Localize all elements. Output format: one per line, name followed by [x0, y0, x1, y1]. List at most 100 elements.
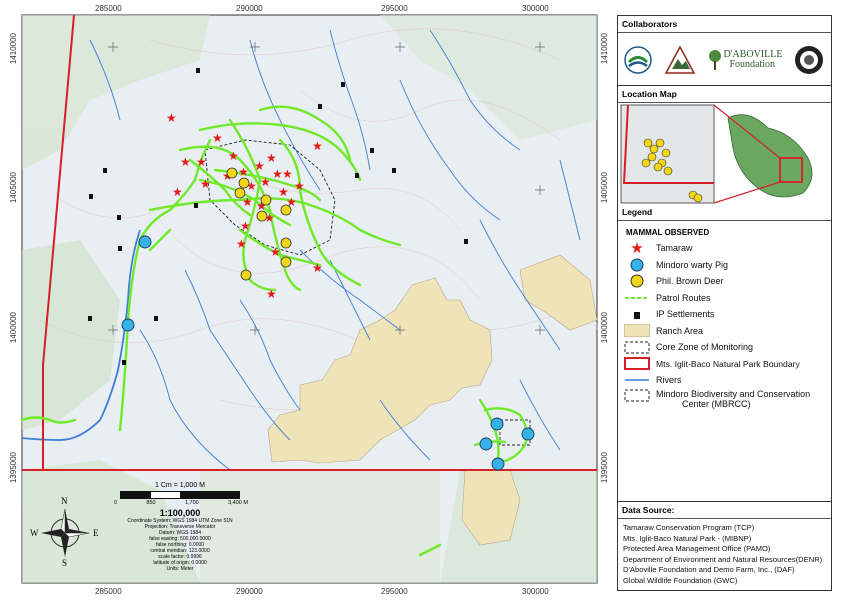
compass-s: S	[62, 558, 68, 568]
scale-label-0: 0	[114, 500, 118, 506]
pig-icon	[624, 258, 650, 272]
scale-label-2: 1,700	[184, 500, 199, 506]
legend-label: Core Zone of Monitoring	[656, 342, 754, 353]
scale-bar-labels: 0 850 1,700 3,400 M	[114, 500, 248, 506]
legend-label: Mindoro warty Pig	[656, 259, 729, 270]
x-tick-bottom-1: 290000	[236, 587, 263, 596]
y-tick-left-1: 1405000	[9, 172, 18, 204]
location-section: Location Map	[618, 86, 831, 207]
legend-item-core-zone: Core Zone of Monitoring	[618, 339, 831, 356]
y-tick-left-2: 1400000	[9, 312, 18, 344]
source-line: Tamaraw Conservation Program (TCP)	[623, 523, 755, 532]
legend-item-pig: Mindoro warty Pig	[618, 257, 831, 274]
legend-item-settlements: IP Settlements	[618, 306, 831, 323]
legend-label: Mindoro Biodiversity and Conservation Ce…	[656, 388, 811, 409]
y-tick-right-0: 1410000	[600, 33, 609, 65]
svg-text:★: ★	[312, 261, 323, 275]
legend-label: Rivers	[656, 375, 682, 386]
legend-item-ranch: Ranch Area	[618, 323, 831, 340]
legend-item-mbrcc: Mindoro Biodiversity and Conservation Ce…	[618, 389, 831, 415]
legend-label: Patrol Routes	[656, 292, 711, 303]
scale-label-1: 850	[146, 500, 156, 506]
svg-text:★: ★	[242, 195, 253, 209]
svg-text:★: ★	[270, 245, 281, 259]
compass-n: N	[61, 496, 68, 506]
legend-item-deer: Phil. Brown Deer	[618, 273, 831, 290]
source-line: Global Wildlife Foundation (GWC)	[623, 575, 738, 585]
legend-section: Legend MAMMAL OBSERVED ★ Tamaraw Mindoro…	[618, 204, 831, 502]
side-panel: Collaborators D'ABOVILLE Foundation Loca…	[617, 15, 832, 591]
location-map	[618, 103, 831, 207]
svg-text:★: ★	[254, 159, 265, 173]
house-icon	[624, 307, 650, 321]
collaborator-logos: D'ABOVILLE Foundation	[618, 33, 831, 87]
legend-item-tamaraw: ★ Tamaraw	[618, 239, 831, 258]
legend-label: Mts. Iglit-Baco Natural Park Boundary	[656, 358, 800, 369]
deer-icon	[624, 274, 650, 288]
source-section: Data Source: Tamaraw Conservation Progra…	[618, 502, 831, 590]
red-box-icon	[624, 357, 650, 371]
svg-text:★: ★	[312, 139, 323, 153]
y-tick-left-0: 1410000	[9, 33, 18, 65]
x-tick-top-0: 285000	[95, 4, 122, 13]
dashed-box-icon	[624, 340, 650, 354]
legend-label: Ranch Area	[656, 325, 704, 336]
x-tick-bottom-0: 285000	[95, 587, 122, 596]
daboville-logo: D'ABOVILLE Foundation	[707, 49, 782, 71]
svg-text:★: ★	[200, 177, 211, 191]
svg-text:★: ★	[266, 151, 277, 165]
scale-ratio: 1:100,000	[159, 508, 201, 518]
svg-text:★: ★	[212, 131, 223, 145]
compass-e: E	[93, 528, 99, 538]
gwf-seal-icon	[795, 46, 824, 74]
source-line: Protected Area Management Office (PAMO)	[623, 544, 771, 554]
y-tick-right-2: 1400000	[600, 312, 609, 344]
svg-text:★: ★	[266, 287, 277, 301]
source-line: Department of Environment and Natural Re…	[623, 554, 823, 564]
legend-heading: MAMMAL OBSERVED	[626, 228, 710, 237]
collaborators-title: Collaborators	[618, 16, 831, 33]
scale-ratio-text: 1 Cm = 1,000 M	[155, 482, 205, 489]
source-title: Data Source:	[618, 502, 831, 519]
pamo-logo-icon	[665, 45, 696, 74]
svg-text:★: ★	[238, 165, 249, 179]
svg-text:★: ★	[260, 175, 271, 189]
svg-text:★: ★	[282, 167, 293, 181]
location-title: Location Map	[618, 86, 831, 103]
compass-rose: N S W E	[30, 496, 100, 568]
y-tick-left-3: 1395000	[9, 452, 18, 484]
tree-icon	[709, 50, 722, 70]
y-tick-right-3: 1395000	[600, 452, 609, 484]
dashed-box-icon	[624, 389, 650, 403]
svg-text:★: ★	[166, 111, 177, 125]
x-tick-top-1: 290000	[236, 4, 263, 13]
x-tick-bottom-2: 295000	[381, 587, 408, 596]
svg-text:★: ★	[228, 149, 239, 163]
daboville-sub: Foundation	[729, 59, 776, 70]
legend-label: IP Settlements	[656, 309, 715, 320]
x-tick-top-3: 300000	[522, 4, 549, 13]
scale-label-3: 3,400 M	[228, 500, 248, 506]
legend-item-patrol: Patrol Routes	[618, 290, 831, 307]
svg-text:★: ★	[180, 155, 191, 169]
compass-w: W	[30, 528, 39, 538]
dash-line-icon	[624, 291, 650, 305]
river-line-icon	[624, 373, 650, 387]
denr-logo-icon	[624, 46, 653, 74]
scale-bar	[120, 491, 240, 499]
svg-text:★: ★	[294, 179, 305, 193]
svg-text:★: ★	[172, 185, 183, 199]
legend-item-rivers: Rivers	[618, 372, 831, 389]
x-tick-bottom-3: 300000	[522, 587, 549, 596]
scale-box: 1 Cm = 1,000 M 0 850 1,700 3,400 M 1:100…	[100, 482, 260, 577]
legend-item-boundary: Mts. Iglit-Baco Natural Park Boundary	[618, 356, 831, 373]
legend-label: Phil. Brown Deer	[656, 276, 724, 287]
svg-text:★: ★	[240, 219, 251, 233]
legend-label: Tamaraw	[656, 243, 693, 254]
collaborators-section: Collaborators D'ABOVILLE Foundation	[618, 16, 831, 86]
source-line: D'Aboville Foundation and Demo Farm, Inc…	[623, 565, 795, 575]
star-icon: ★	[630, 239, 644, 258]
x-tick-top-2: 295000	[381, 4, 408, 13]
svg-text:★: ★	[196, 155, 207, 169]
ranch-swatch	[624, 324, 650, 338]
